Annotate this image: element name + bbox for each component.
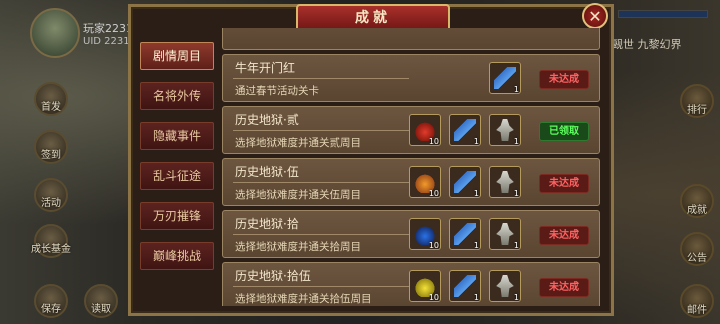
reward-slot[interactable]: 1: [489, 270, 521, 302]
divider: [233, 78, 409, 79]
load-button[interactable]: 读取: [84, 284, 118, 318]
server-name: 觋世 九黎幻界: [612, 38, 682, 51]
status-badge: 未达成: [539, 226, 589, 245]
achievement-title: 历史地狱·贰: [235, 113, 299, 127]
first-release-button[interactable]: 首发: [34, 82, 68, 116]
blue-scroll-icon: [454, 119, 476, 141]
general-figure-icon: [496, 275, 514, 297]
growth-fund-button[interactable]: 成长基金: [31, 224, 71, 258]
close-icon[interactable]: ✕: [582, 3, 608, 29]
achievement-desc: 选择地狱难度并通关拾伍周目: [235, 293, 372, 305]
reward-slot[interactable]: 1: [489, 166, 521, 198]
achievement-desc: 选择地狱难度并通关伍周目: [235, 189, 361, 201]
achievement-desc: 选择地狱难度并通关贰周目: [235, 137, 361, 149]
general-figure-icon: [496, 223, 514, 245]
achievement-desc: 选择地狱难度并通关拾周目: [235, 241, 361, 253]
divider: [233, 182, 409, 183]
achievement-card: 历史地狱·拾 选择地狱难度并通关拾周目 10 1 1 未达成: [222, 210, 600, 258]
blue-scroll-icon: [454, 223, 476, 245]
achievement-desc: 通过春节活动关卡: [235, 85, 319, 97]
reward-slot[interactable]: 1: [449, 166, 481, 198]
achievement-title: 历史地狱·伍: [235, 165, 299, 179]
reward-slot[interactable]: 10: [409, 270, 441, 302]
blue-scroll-icon: [454, 171, 476, 193]
save-button[interactable]: 保存: [34, 284, 68, 318]
resource-bar: [618, 10, 708, 18]
reward-slot[interactable]: 1: [449, 114, 481, 146]
mail-button[interactable]: 邮件: [680, 284, 714, 318]
tab-brawl-journey[interactable]: 乱斗征途: [140, 162, 214, 190]
achievement-title: 牛年开门红: [235, 61, 296, 75]
player-name: 玩家2231: [83, 22, 133, 35]
reward-slot[interactable]: 1: [449, 270, 481, 302]
achievement-card: 历史地狱·伍 选择地狱难度并通关伍周目 10 1 1 未达成: [222, 158, 600, 206]
tab-hidden-events[interactable]: 隐藏事件: [140, 122, 214, 150]
activity-button[interactable]: 活动: [34, 178, 68, 212]
sign-in-button[interactable]: 签到: [34, 130, 68, 164]
achievement-card: 历史地狱·贰 选择地狱难度并通关贰周目 10 1 1 已领取: [222, 106, 600, 154]
general-figure-icon: [496, 171, 514, 193]
status-badge: 未达成: [539, 174, 589, 193]
player-avatar[interactable]: [30, 8, 80, 58]
achievement-card: 牛年开门红 通过春节活动关卡 1 未达成: [222, 54, 600, 102]
reward-slot[interactable]: 1: [489, 114, 521, 146]
divider: [233, 234, 409, 235]
general-figure-icon: [496, 119, 514, 141]
tab-blade-assault[interactable]: 万刃摧锋: [140, 202, 214, 230]
notice-button[interactable]: 公告: [680, 232, 714, 266]
reward-slot[interactable]: 10: [409, 114, 441, 146]
list-item-partial: [222, 28, 600, 50]
achievement-card: 历史地狱·拾伍 选择地狱难度并通关拾伍周目 10 1 1 未达成: [222, 262, 600, 306]
achievement-button[interactable]: 成就: [680, 184, 714, 218]
reward-slot[interactable]: 1: [449, 218, 481, 250]
divider: [233, 130, 409, 131]
achievement-title: 历史地狱·拾: [235, 217, 299, 231]
status-badge: 已领取: [539, 122, 589, 141]
reward-slot[interactable]: 10: [409, 166, 441, 198]
blue-scroll-icon: [494, 67, 516, 89]
status-badge: 未达成: [539, 70, 589, 89]
tab-famous-generals[interactable]: 名将外传: [140, 82, 214, 110]
ranking-button[interactable]: 排行: [680, 84, 714, 118]
achievement-title: 历史地狱·拾伍: [235, 269, 311, 283]
status-badge: 未达成: [539, 278, 589, 297]
tab-peak-challenge[interactable]: 巅峰挑战: [140, 242, 214, 270]
reward-slot[interactable]: 1: [489, 218, 521, 250]
divider: [233, 286, 409, 287]
blue-scroll-icon: [454, 275, 476, 297]
reward-slot[interactable]: 10: [409, 218, 441, 250]
tab-story-rounds[interactable]: 剧情周目: [140, 42, 214, 70]
achievement-list[interactable]: 牛年开门红 通过春节活动关卡 1 未达成 历史地狱·贰 选择地狱难度并通关贰周目…: [222, 28, 602, 306]
reward-slot[interactable]: 1: [489, 62, 521, 94]
